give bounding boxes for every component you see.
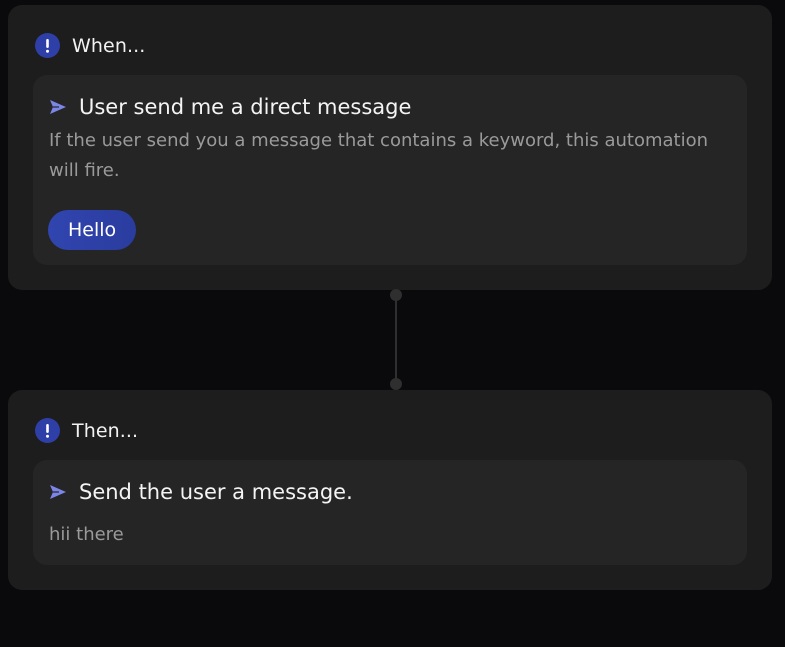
exclamation-icon (35, 418, 60, 443)
keyword-pill[interactable]: Hello (48, 210, 137, 250)
action-title-row: Send the user a message. (49, 480, 353, 504)
when-header: When... (35, 33, 145, 58)
action-item[interactable]: Send the user a message. hii there (33, 460, 747, 565)
then-action-card: Then... Send the user a message. hii the… (8, 390, 772, 590)
action-title: Send the user a message. (79, 480, 353, 504)
action-message: hii there (49, 524, 124, 545)
send-icon (49, 484, 67, 500)
trigger-title-row: User send me a direct message (49, 95, 411, 119)
then-header-label: Then... (72, 419, 139, 442)
connector-dot-bottom (390, 378, 402, 390)
send-icon (49, 99, 67, 115)
exclamation-icon (35, 33, 60, 58)
trigger-item[interactable]: User send me a direct message If the use… (33, 75, 747, 265)
trigger-description: If the user send you a message that cont… (49, 130, 709, 181)
trigger-title: User send me a direct message (79, 95, 412, 119)
when-header-label: When... (72, 34, 146, 57)
connector-line (395, 295, 397, 385)
then-header: Then... (35, 418, 138, 443)
when-trigger-card: When... User send me a direct message If… (8, 5, 772, 290)
